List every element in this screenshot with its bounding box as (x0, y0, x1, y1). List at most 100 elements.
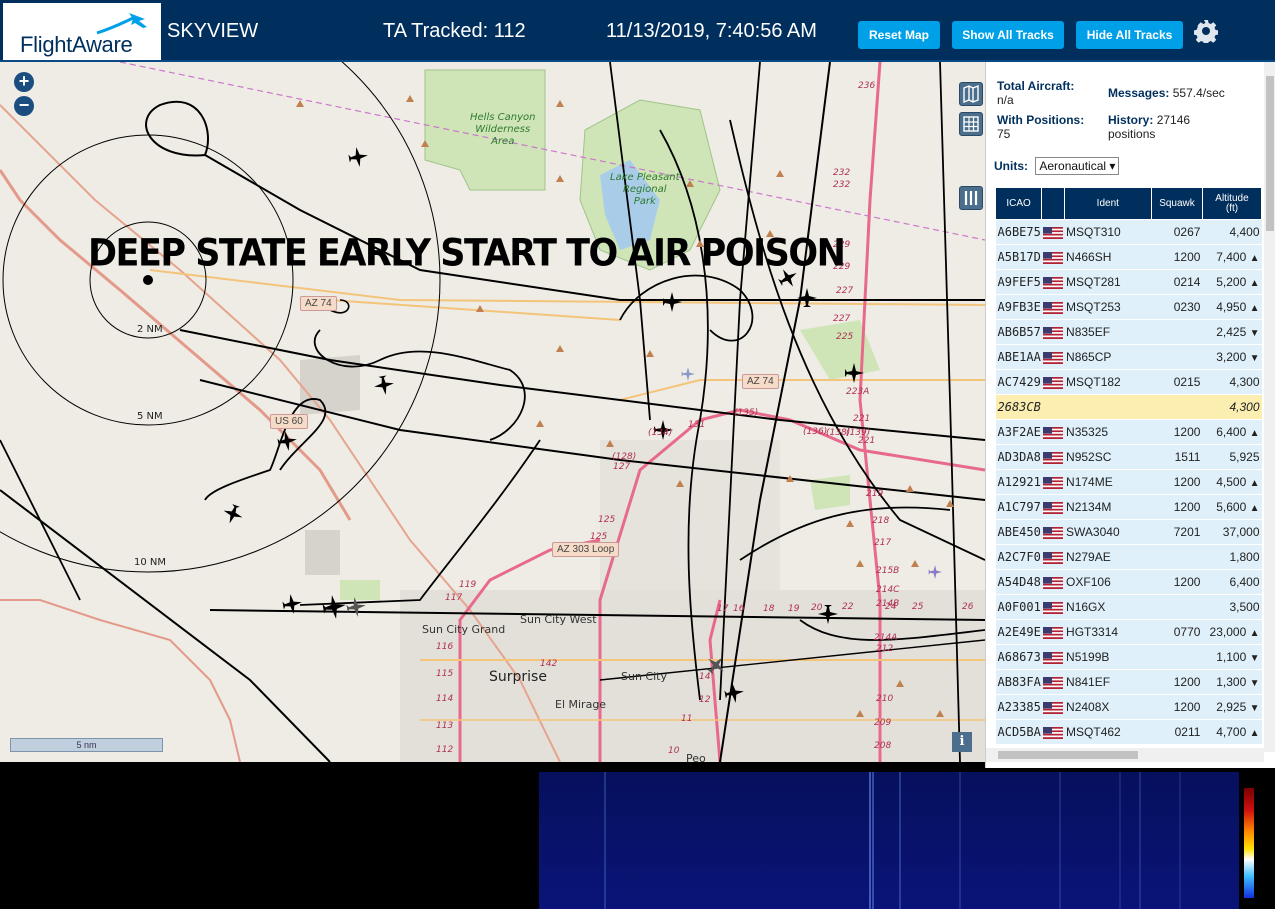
route-marker: 16 (733, 604, 745, 614)
table-row[interactable]: AB83FA N841EF 1200 1,300 ▼ (995, 669, 1262, 695)
table-row[interactable]: A2E49E HGT3314 0770 23,000 ▲ (995, 619, 1262, 645)
hide-all-tracks-button[interactable]: Hide All Tracks (1076, 21, 1183, 49)
table-row[interactable]: A68673 N5199B 1,100 ▼ (995, 644, 1262, 670)
table-row[interactable]: A54D48 OXF106 1200 6,400 (995, 569, 1262, 595)
route-marker: 219 (866, 489, 884, 499)
cell-squawk: 1200 (1151, 469, 1203, 495)
table-row[interactable]: ABE1AA N865CP 3,200 ▼ (995, 344, 1262, 370)
table-row[interactable]: AB6B57 N835EF 2,425 ▼ (995, 319, 1262, 345)
table-row[interactable]: AD3DA8 N952SC 1511 5,925 (995, 444, 1262, 470)
table-row[interactable]: AC7429 MSQT182 0215 4,300 (995, 369, 1262, 395)
cell-ident (1064, 394, 1152, 420)
altitude-trend-icon: ▲ (1249, 428, 1260, 439)
with-positions-stat: With Positions: 75 (997, 113, 1084, 141)
history-value: 27146 (1156, 113, 1191, 127)
column-toggle-button[interactable] (959, 186, 983, 210)
cell-squawk: 0211 (1151, 719, 1203, 745)
column-header-flag[interactable] (1041, 187, 1065, 220)
cell-icao: AB83FA (995, 669, 1042, 695)
route-marker: 17 (717, 604, 729, 614)
us-flag-icon (1042, 351, 1063, 364)
cell-flag (1041, 519, 1065, 545)
altitude-value: 1,100 (1216, 650, 1247, 664)
route-marker: (136) (803, 427, 828, 437)
table-row[interactable]: A9FB3E MSQT253 0230 4,950 ▲ (995, 294, 1262, 320)
cell-ident: N16GX (1064, 594, 1152, 620)
info-button[interactable]: i (952, 732, 972, 752)
city-label-sun-city-grand: Sun City Grand (422, 623, 506, 636)
sidebar-vertical-scrollbar[interactable] (1264, 62, 1275, 752)
us-flag-icon (1042, 251, 1063, 264)
total-aircraft-label: Total Aircraft: (997, 79, 1075, 93)
column-header-squawk[interactable]: Squawk (1151, 187, 1203, 220)
altitude-value: 5,200 (1216, 275, 1247, 289)
altitude-trend-icon: ▲ (1249, 728, 1260, 739)
cell-icao: A3F2AE (995, 419, 1042, 445)
us-flag-icon (1042, 551, 1063, 564)
cell-icao: ACD5BA (995, 719, 1042, 745)
reset-map-button[interactable]: Reset Map (858, 21, 940, 49)
cell-ident: N35325 (1064, 419, 1152, 445)
map-view[interactable]: Hells Canyon Wilderness Area Lake Pleasa… (0, 62, 985, 762)
table-row[interactable]: A12921 N174ME 1200 4,500 ▲ (995, 469, 1262, 495)
table-row[interactable]: ACD5BA MSQT462 0211 4,700 ▲ (995, 719, 1262, 745)
logo-text: FlightAware (20, 32, 133, 57)
route-marker: (139) (846, 428, 871, 438)
table-row[interactable]: A5B17D N466SH 1200 7,400 ▲ (995, 244, 1262, 270)
table-row[interactable]: A3F2AE N35325 1200 6,400 ▲ (995, 419, 1262, 445)
route-marker: 20 (811, 603, 823, 613)
cell-ident: MSQT253 (1064, 294, 1152, 320)
altitude-value: 5,925 (1229, 450, 1260, 464)
cell-icao: A2C7F0 (995, 544, 1042, 570)
route-marker: 119 (459, 580, 477, 590)
top-bar: FlightAware SKYVIEW TA Tracked: 112 11/1… (0, 0, 1275, 62)
cell-altitude: 2,425 ▼ (1202, 319, 1262, 345)
city-label-surprise: Surprise (489, 669, 547, 685)
route-marker: 19 (788, 604, 800, 614)
cell-squawk: 7201 (1151, 519, 1203, 545)
city-label-peoria: Peo (686, 752, 706, 762)
total-aircraft-stat: Total Aircraft: n/a (997, 79, 1074, 107)
table-row[interactable]: A2C7F0 N279AE 1,800 (995, 544, 1262, 570)
scrollbar-thumb[interactable] (998, 751, 1138, 759)
table-row[interactable]: A1C797 N2134M 1200 5,600 ▲ (995, 494, 1262, 520)
zoom-in-button[interactable]: + (14, 72, 34, 92)
messages-label: Messages: (1108, 86, 1170, 100)
route-marker: 22 (842, 602, 854, 612)
route-marker: 227 (836, 286, 854, 296)
scrollbar-thumb[interactable] (1266, 76, 1274, 231)
altitude-value: 37,000 (1222, 525, 1260, 539)
table-row[interactable]: A9FEF5 MSQT281 0214 5,200 ▲ (995, 269, 1262, 295)
altitude-trend-icon: ▼ (1249, 653, 1260, 664)
with-positions-value: 75 (997, 127, 1011, 141)
zoom-out-button[interactable]: − (14, 96, 34, 116)
table-row[interactable]: 2683CB 4,300 (995, 394, 1262, 420)
route-marker: 115 (436, 669, 454, 679)
us-flag-icon (1042, 726, 1063, 739)
units-select[interactable]: Aeronautical ▾ (1035, 157, 1120, 175)
sidebar-horizontal-scrollbar[interactable] (986, 748, 1264, 762)
route-marker: 236 (858, 81, 876, 91)
cell-squawk (1151, 319, 1203, 345)
flightaware-logo[interactable]: FlightAware (3, 3, 161, 60)
map-layers-button[interactable] (959, 82, 983, 106)
column-header-ident[interactable]: Ident (1063, 187, 1153, 220)
show-all-tracks-button[interactable]: Show All Tracks (952, 21, 1064, 49)
column-header-altitude[interactable]: Altitude (ft) (1201, 187, 1263, 220)
column-header-icao[interactable]: ICAO (994, 187, 1043, 220)
table-row[interactable]: ABE450 SWA3040 7201 37,000 (995, 519, 1262, 545)
cell-ident: MSQT182 (1064, 369, 1152, 395)
table-row[interactable]: A23385 N2408X 1200 2,925 ▼ (995, 694, 1262, 720)
cell-altitude: 1,300 ▼ (1202, 669, 1262, 695)
gear-icon[interactable] (1194, 19, 1218, 43)
cell-flag (1041, 569, 1065, 595)
table-row[interactable]: A6BE75 MSQT310 0267 4,400 (995, 219, 1262, 245)
overlay-caption: DEEP STATE EARLY START TO AIR POISON (88, 232, 846, 276)
altitude-value: 2,425 (1216, 325, 1247, 339)
route-marker: 217 (874, 538, 892, 548)
us-flag-icon (1042, 526, 1063, 539)
cell-icao: 2683CB (995, 394, 1042, 420)
grid-toggle-button[interactable] (959, 112, 983, 136)
cell-altitude: 1,100 ▼ (1202, 644, 1262, 670)
table-row[interactable]: A0F001 N16GX 3,500 (995, 594, 1262, 620)
